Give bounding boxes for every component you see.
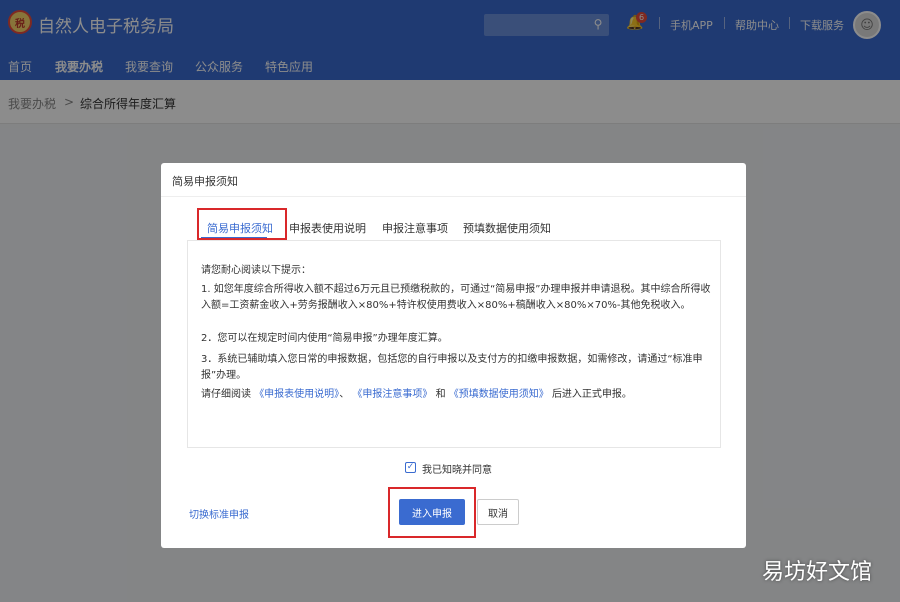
agree-checkbox[interactable]: ✓ — [405, 462, 416, 473]
notice-content: 请您耐心阅读以下提示： 1. 如您年度综合所得收入额不超过6万元且已预缴税款的，… — [187, 240, 721, 448]
cancel-button[interactable]: 取消 — [477, 499, 519, 525]
prefill-notice-link[interactable]: 《预填数据使用须知》 — [449, 389, 549, 400]
switch-standard-filing-link[interactable]: 切换标准申报 — [189, 506, 249, 521]
tab-prefill-notice[interactable]: 预填数据使用须知 — [463, 220, 551, 236]
tab-highlight-box — [197, 208, 287, 240]
notice-item-2: 2．您可以在规定时间内使用“简易申报”办理年度汇算。 — [201, 333, 448, 344]
tab-filing-notes[interactable]: 申报注意事项 — [382, 220, 448, 236]
read-and: 和 — [435, 389, 446, 400]
watermark: 易坊好文馆 — [761, 560, 872, 585]
notice-read-line: 请仔细阅读 《申报表使用说明》、 《申报注意事项》 和 《预填数据使用须知》 后… — [201, 387, 713, 403]
read-prefix: 请仔细阅读 — [201, 389, 251, 400]
read-suffix: 后进入正式申报。 — [551, 389, 632, 400]
divider — [161, 196, 746, 197]
filing-notes-link[interactable]: 《申报注意事项》 — [352, 389, 432, 400]
notice-item-3: 3．系统已辅助填入您日常的申报数据，包括您的自行申报以及支付方的扣缴申报数据，如… — [201, 354, 703, 381]
tab-form-instructions[interactable]: 申报表使用说明 — [289, 220, 366, 236]
notice-intro: 请您耐心阅读以下提示： — [201, 265, 311, 276]
dialog-title: 简易申报须知 — [172, 175, 238, 188]
read-sep: 、 — [339, 389, 350, 400]
notice-item-1: 1. 如您年度综合所得收入额不超过6万元且已预缴税款的，可通过“简易申报”办理申… — [201, 284, 711, 311]
form-instructions-link[interactable]: 《申报表使用说明》 — [254, 389, 339, 400]
button-highlight-box — [388, 487, 476, 538]
simple-filing-dialog: 简易申报须知 简易申报须知 申报表使用说明 申报注意事项 预填数据使用须知 请您… — [161, 163, 746, 548]
agree-label[interactable]: 我已知晓并同意 — [422, 461, 492, 476]
